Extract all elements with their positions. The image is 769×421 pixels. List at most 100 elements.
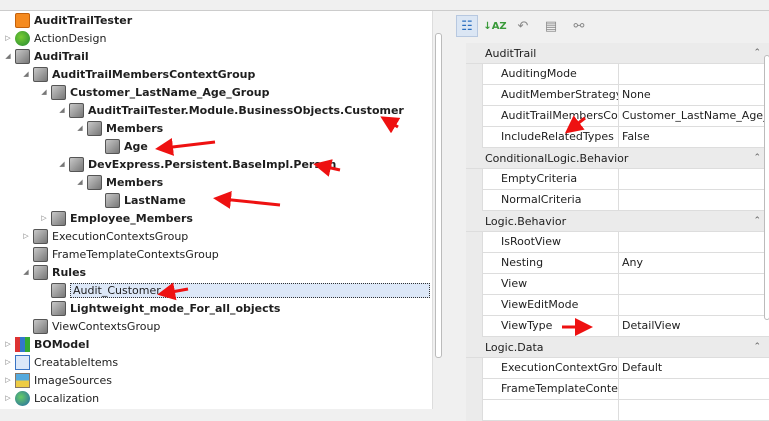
property-value[interactable] (619, 190, 769, 211)
expand-toggle-icon[interactable]: ▷ (3, 376, 13, 384)
tree-node-label[interactable]: Employee_Members (70, 212, 193, 225)
tree-node-label[interactable]: Localization (34, 392, 99, 405)
property-value[interactable] (619, 400, 769, 421)
tree-node[interactable]: ▷ BOModel (3, 335, 89, 353)
expand-toggle-icon[interactable]: ▷ (21, 232, 31, 240)
chevron-up-icon[interactable]: ⌃ (753, 48, 761, 58)
property-value[interactable]: Any (619, 253, 769, 274)
property-value[interactable] (619, 274, 769, 295)
tree-node-label[interactable]: AuditTrailTester.Module.BusinessObjects.… (88, 104, 404, 117)
scrollbar-thumb[interactable] (764, 55, 769, 320)
property-row[interactable]: EmptyCriteria (466, 169, 769, 190)
property-row[interactable]: Nesting Any (466, 253, 769, 274)
property-row[interactable]: FrameTemplateContextG (466, 379, 769, 400)
tree-node[interactable]: ◢ Members (75, 119, 163, 137)
property-row[interactable]: NormalCriteria (466, 190, 769, 211)
property-value[interactable]: Customer_LastName_Age_... (619, 106, 769, 127)
tree-node-label[interactable]: FrameTemplateContextsGroup (52, 248, 219, 261)
undo-icon[interactable]: ↶ (512, 15, 534, 37)
tree-node[interactable]: ▷ Employee_Members (39, 209, 193, 227)
collapse-toggle-icon[interactable]: ◢ (3, 52, 13, 60)
property-category[interactable]: Logic.Data ⌃ (466, 337, 769, 358)
property-value[interactable] (619, 379, 769, 400)
property-category[interactable]: AuditTrail ⌃ (466, 43, 769, 64)
collapse-toggle-icon[interactable]: ◢ (21, 268, 31, 276)
property-value[interactable]: DetailView (619, 316, 769, 337)
tree-node-label[interactable]: BOModel (34, 338, 89, 351)
tree-node-label[interactable]: DevExpress.Persistent.BaseImpl.Person (88, 158, 336, 171)
property-row[interactable]: AuditingMode (466, 64, 769, 85)
property-row[interactable]: IncludeRelatedTypes False (466, 127, 769, 148)
property-value[interactable] (619, 169, 769, 190)
collapse-toggle-icon[interactable]: ◢ (39, 88, 49, 96)
sort-az-icon[interactable]: ↓AZ (483, 15, 506, 37)
tree-node[interactable]: ◢ AuditTrailMembersContextGroup (21, 65, 255, 83)
property-row[interactable]: ViewType DetailView (466, 316, 769, 337)
tree-node[interactable]: ▷ ExecutionContextsGroup (21, 227, 188, 245)
scrollbar-thumb[interactable] (435, 33, 442, 358)
collapse-toggle-icon[interactable]: ◢ (57, 106, 67, 114)
property-row[interactable]: IsRootView (466, 232, 769, 253)
categorized-icon[interactable]: ☷ (456, 15, 478, 37)
tree-node[interactable]: Lightweight_mode_For_all_objects (39, 299, 280, 317)
chevron-up-icon[interactable]: ⌃ (753, 216, 761, 226)
tree-node-label[interactable]: AudiTrail (34, 50, 89, 63)
expand-toggle-icon[interactable]: ▷ (3, 34, 13, 42)
tree-node-label[interactable]: CreatableItems (34, 356, 118, 369)
property-value[interactable] (619, 232, 769, 253)
property-row[interactable]: AuditTrailMembersConteCustomer_LastName_… (466, 106, 769, 127)
tree-node[interactable]: ▷ Localization (3, 389, 99, 407)
tree-node-label[interactable]: AuditTrailTester (34, 14, 132, 27)
property-row[interactable]: ExecutionContextGroup Default (466, 358, 769, 379)
tree-node-label[interactable]: Members (106, 176, 163, 189)
property-value[interactable] (619, 64, 769, 85)
tree-node[interactable]: Audit_Customer (39, 281, 430, 299)
property-value[interactable]: False (619, 127, 769, 148)
tree-node-label[interactable]: Lightweight_mode_For_all_objects (70, 302, 280, 315)
property-value[interactable]: None (619, 85, 769, 106)
collapse-toggle-icon[interactable]: ◢ (75, 124, 85, 132)
chevron-up-icon[interactable]: ⌃ (753, 153, 761, 163)
property-row[interactable] (466, 400, 769, 421)
property-row[interactable]: ViewEditMode (466, 295, 769, 316)
tree-node-label[interactable]: Audit_Customer (70, 282, 430, 298)
tree-node[interactable]: ▷ ImageSources (3, 371, 112, 389)
collapse-toggle-icon[interactable]: ◢ (57, 160, 67, 168)
tree-node-label[interactable]: ExecutionContextsGroup (52, 230, 188, 243)
tree-node[interactable]: ◢ Rules (21, 263, 86, 281)
tree-node-label[interactable]: ViewContextsGroup (52, 320, 160, 333)
tree-node[interactable]: ▷ ActionDesign (3, 29, 106, 47)
property-row[interactable]: AuditMemberStrategy None (466, 85, 769, 106)
tree-node[interactable]: Age (93, 137, 148, 155)
tree-node[interactable]: ◢ Customer_LastName_Age_Group (39, 83, 269, 101)
expand-toggle-icon[interactable]: ▷ (39, 214, 49, 222)
tree-node-label[interactable]: Age (124, 140, 148, 153)
tree-scrollbar[interactable] (432, 11, 444, 409)
tree-node[interactable]: ViewContextsGroup (21, 317, 160, 335)
tree-node-label[interactable]: ActionDesign (34, 32, 106, 45)
property-value[interactable] (619, 295, 769, 316)
tree-node-label[interactable]: AuditTrailMembersContextGroup (52, 68, 255, 81)
collapse-toggle-icon[interactable]: ◢ (75, 178, 85, 186)
tree-node[interactable]: ◢ AudiTrail (3, 47, 89, 65)
property-category[interactable]: Logic.Behavior ⌃ (466, 211, 769, 232)
chevron-up-icon[interactable]: ⌃ (753, 342, 761, 352)
expand-toggle-icon[interactable]: ▷ (3, 340, 13, 348)
tree-node-label[interactable]: Members (106, 122, 163, 135)
property-scrollbar[interactable] (764, 55, 769, 410)
expand-toggle-icon[interactable]: ▷ (3, 358, 13, 366)
tree-node-label[interactable]: Customer_LastName_Age_Group (70, 86, 269, 99)
tree-node-label[interactable]: ImageSources (34, 374, 112, 387)
tree-node[interactable]: ▷ CreatableItems (3, 353, 118, 371)
link-icon[interactable]: ⚯ (568, 15, 590, 37)
model-tree[interactable]: AuditTrailTester ▷ ActionDesign ◢ AudiTrail ◢… (0, 11, 432, 409)
tree-node[interactable]: AuditTrailTester (3, 11, 132, 29)
property-value[interactable]: Default (619, 358, 769, 379)
tree-node[interactable]: ◢ AuditTrailTester.Module.BusinessObjects… (57, 101, 404, 119)
tree-node[interactable]: ◢ Members (75, 173, 163, 191)
collapse-toggle-icon[interactable]: ◢ (21, 70, 31, 78)
tree-node[interactable]: LastName (93, 191, 186, 209)
tree-node-label[interactable]: Rules (52, 266, 86, 279)
tree-node-label[interactable]: LastName (124, 194, 186, 207)
property-row[interactable]: View (466, 274, 769, 295)
